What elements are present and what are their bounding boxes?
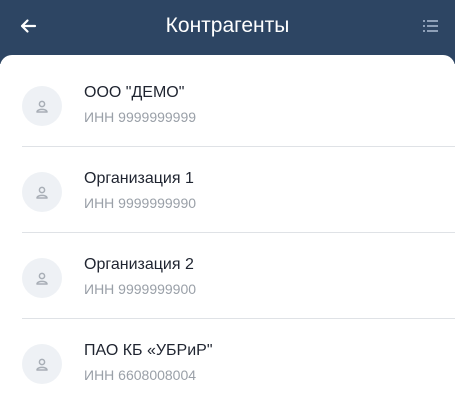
contractors-list: ООО "ДЕМО" ИНН 9999999999 Организация 1 … — [0, 61, 455, 405]
user-icon — [36, 358, 48, 371]
contractors-sheet: ООО "ДЕМО" ИНН 9999999999 Организация 1 … — [0, 55, 455, 396]
contractor-inn: ИНН 9999999900 — [84, 281, 197, 297]
list-menu-button[interactable] — [419, 14, 443, 38]
avatar — [22, 86, 62, 126]
contractor-name: Организация 2 — [84, 256, 194, 273]
contractor-inn: ИНН 9999999999 — [84, 109, 197, 125]
arrow-left-icon — [20, 19, 37, 33]
contractor-name: ООО "ДЕМО" — [84, 84, 185, 101]
contractor-item[interactable]: Организация 1 ИНН 9999999990 — [0, 147, 455, 233]
contractor-item[interactable]: ПАО КБ «УБРиР" ИНН 6608008004 — [0, 319, 455, 405]
avatar — [22, 344, 62, 384]
user-icon — [36, 272, 48, 285]
page-title: Контрагенты — [165, 14, 290, 37]
back-button[interactable] — [14, 12, 42, 40]
avatar — [22, 172, 62, 212]
avatar — [22, 258, 62, 298]
contractor-name: ПАО КБ «УБРиР" — [84, 342, 213, 359]
list-menu-icon — [423, 20, 438, 32]
contractor-item[interactable]: Организация 2 ИНН 9999999900 — [0, 233, 455, 319]
contractor-inn: ИНН 9999999990 — [84, 195, 197, 211]
contractor-item[interactable]: ООО "ДЕМО" ИНН 9999999999 — [0, 61, 455, 147]
contractor-name: Организация 1 — [84, 170, 194, 187]
contractor-inn: ИНН 6608008004 — [84, 367, 197, 383]
user-icon — [36, 186, 48, 199]
user-icon — [36, 100, 48, 113]
